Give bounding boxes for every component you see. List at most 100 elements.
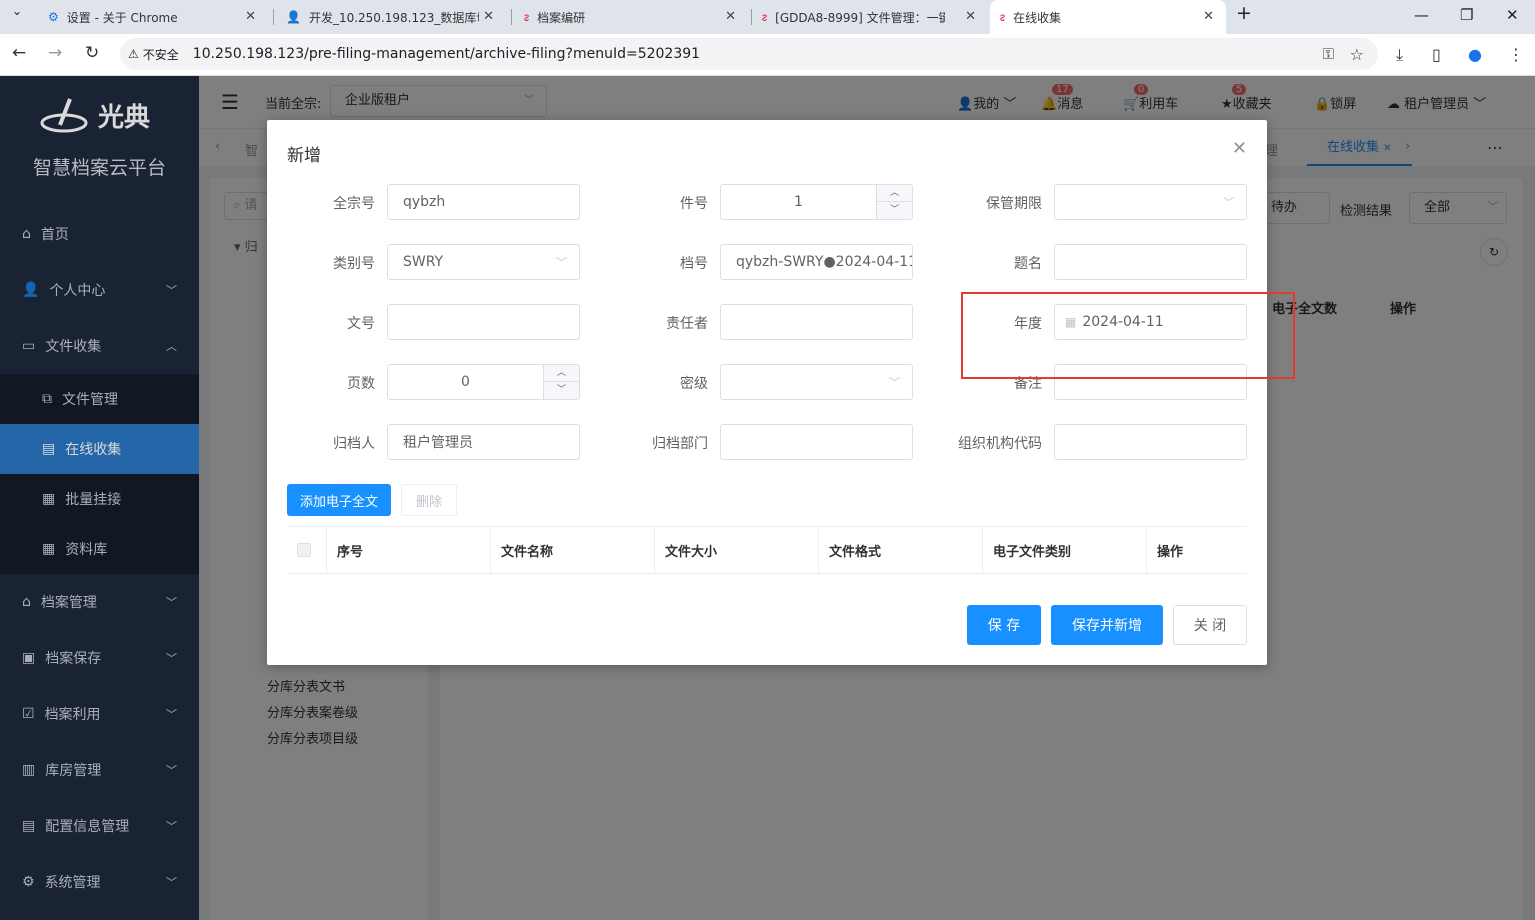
checkbox-icon: ☑ [22, 706, 35, 722]
sidebar-item-config[interactable]: ▤ 配置信息管理 ﹀ [0, 801, 199, 851]
user-icon: 👤 [22, 282, 40, 298]
side-panel-icon[interactable]: ▯ [1432, 45, 1441, 64]
sidebar-item-online-collect[interactable]: ▤ 在线收集 [0, 424, 199, 474]
sidebar-item-home[interactable]: ⌂ 首页 [0, 209, 199, 259]
pages-value: 0 [461, 374, 470, 390]
sidebar-item-file-collect[interactable]: ▭ 文件收集 ︿ [0, 321, 199, 371]
platform-name: 智慧档案云平台 [32, 157, 166, 179]
fonds-no-label: 全宗号 [333, 196, 375, 212]
browser-tab-active[interactable]: ᴤ 在线收集 ✕ [990, 0, 1226, 34]
forward-icon[interactable]: → [48, 43, 62, 63]
stepper-up-icon[interactable]: ︿ [544, 365, 579, 382]
category-no-value: SWRY [403, 254, 444, 270]
filer-label: 归档人 [333, 436, 375, 452]
sidebar-item-system[interactable]: ⚙ 系统管理 ﹀ [0, 857, 199, 907]
save-and-new-button[interactable]: 保存并新增 [1051, 605, 1163, 645]
chevron-down-icon: ﹀ [166, 708, 177, 721]
close-icon[interactable]: ✕ [1232, 138, 1247, 159]
fonds-no-input[interactable]: qybzh [387, 184, 580, 220]
browser-tab[interactable]: ᴤ 档案编研 ✕ [514, 0, 748, 34]
piece-no-stepper[interactable]: 1 ︿ ﹀ [720, 184, 913, 220]
browser-tab-title: 开发_10.250.198.123_数据库切 [308, 10, 479, 25]
chevron-down-icon: ﹀ [166, 764, 177, 777]
dept-input[interactable] [720, 424, 913, 460]
file-manage-icon: ⧉ [42, 391, 52, 407]
key-icon[interactable]: ⚿ [1323, 45, 1334, 63]
org-code-input[interactable] [1054, 424, 1247, 460]
close-icon[interactable]: ✕ [483, 9, 494, 24]
url-text[interactable]: 10.250.198.123/pre-filing-management/arc… [193, 46, 700, 62]
th-op: 操作 [1157, 544, 1184, 560]
responsible-input[interactable] [720, 304, 913, 340]
browser-tab[interactable]: ⚙ 设置 - 关于 Chrome ✕ [38, 0, 268, 34]
chevron-up-icon: ︿ [166, 340, 177, 353]
stepper-up-icon[interactable]: ︿ [877, 185, 912, 202]
select-all-checkbox[interactable] [287, 527, 327, 573]
save-button[interactable]: 保 存 [967, 605, 1041, 645]
menu-icon[interactable]: ⋮ [1508, 45, 1524, 64]
piece-no-value: 1 [794, 194, 803, 210]
star-icon[interactable]: ☆ [1350, 45, 1364, 64]
title-label: 题名 [1014, 256, 1042, 272]
sidebar-item-personal[interactable]: 👤 个人中心 ﹀ [0, 265, 199, 315]
insecure-badge[interactable]: ⚠ 不安全 [128, 46, 179, 63]
warning-icon: ⚠ [128, 47, 139, 61]
browser-tab-title: 设置 - 关于 Chrome [66, 10, 178, 25]
add-dialog: 新增 ✕ 全宗号 qybzh 件号 1 ︿ ﹀ 保管期限 ﹀ 类别号 SWRY ﹀ 档… [267, 120, 1267, 665]
download-icon[interactable]: ⤓ [1396, 45, 1403, 65]
title-input[interactable] [1054, 244, 1247, 280]
sidebar-item-label: 档案利用 [44, 707, 101, 723]
document-icon: ▤ [42, 441, 56, 457]
chevron-down-icon: ﹀ [166, 876, 177, 889]
sidebar-item-batch-attach[interactable]: ▦ 批量挂接 [0, 474, 199, 524]
secrecy-select[interactable]: ﹀ [720, 364, 913, 400]
doc-no-input[interactable] [387, 304, 580, 340]
retention-label: 保管期限 [986, 196, 1042, 212]
sidebar-item-label: 档案保存 [45, 651, 102, 667]
sidebar-item-label: 配置信息管理 [45, 819, 130, 835]
save-icon: ▣ [22, 650, 36, 666]
filer-input[interactable]: 租户管理员 [387, 424, 580, 460]
browser-tab[interactable]: 👤 开发_10.250.198.123_数据库切 ✕ [276, 0, 506, 34]
gear-icon: ⚙ [22, 874, 35, 890]
sidebar-item-archive-manage[interactable]: ⌂ 档案管理 ﹀ [0, 577, 199, 627]
chevron-down-icon: ﹀ [166, 284, 177, 297]
tab-search-icon[interactable]: ⌄ [12, 4, 22, 18]
restore-icon[interactable]: ❐ [1460, 6, 1473, 24]
close-icon[interactable]: ✕ [965, 9, 976, 24]
profile-icon[interactable]: ● [1468, 45, 1482, 64]
sidebar-item-archive-use[interactable]: ☑ 档案利用 ﹀ [0, 689, 199, 739]
logo-icon [40, 95, 92, 135]
browser-tab[interactable]: ᴤ [GDDA8-8999] 文件管理：一键 ✕ [752, 0, 988, 34]
stepper-down-icon[interactable]: ﹀ [544, 382, 579, 399]
category-no-select[interactable]: SWRY ﹀ [387, 244, 580, 280]
close-icon[interactable]: ✕ [245, 9, 256, 24]
delete-button[interactable]: 删除 [401, 484, 457, 516]
reload-icon[interactable]: ↻ [85, 43, 99, 63]
pages-stepper[interactable]: 0 ︿ ﹀ [387, 364, 580, 400]
retention-select[interactable]: ﹀ [1054, 184, 1247, 220]
minimize-icon[interactable]: — [1414, 6, 1429, 24]
sidebar-item-file-manage[interactable]: ⧉ 文件管理 [0, 374, 199, 424]
close-icon[interactable]: ✕ [725, 9, 736, 24]
sidebar-item-warehouse[interactable]: ▥ 库房管理 ﹀ [0, 745, 199, 795]
sidebar-item-label: 文件管理 [62, 392, 118, 408]
browser-tab-strip: ⌄ ⚙ 设置 - 关于 Chrome ✕ 👤 开发_10.250.198.123… [0, 0, 1535, 34]
close-button[interactable]: 关 闭 [1173, 605, 1247, 645]
sidebar-item-library[interactable]: ▦ 资料库 [0, 524, 199, 574]
archive-no-input[interactable]: qybzh-SWRY●2024-04-11 [720, 244, 913, 280]
close-icon[interactable]: ✕ [1203, 9, 1214, 24]
highlight-box [961, 292, 1295, 379]
th-filename: 文件名称 [491, 527, 655, 573]
add-fulltext-button[interactable]: 添加电子全文 [287, 484, 391, 516]
omnibox[interactable]: ⚠ 不安全 10.250.198.123/pre-filing-manageme… [120, 38, 1378, 70]
chrome-settings-icon: ⚙ [48, 10, 59, 24]
sidebar-item-archive-save[interactable]: ▣ 档案保存 ﹀ [0, 633, 199, 683]
building-icon: ▥ [22, 762, 36, 778]
app-logo-icon: ᴤ [524, 10, 530, 24]
folder-icon: ▭ [22, 338, 36, 354]
back-icon[interactable]: ← [12, 43, 26, 63]
stepper-down-icon[interactable]: ﹀ [877, 202, 912, 219]
window-close-icon[interactable]: ✕ [1506, 6, 1519, 24]
new-tab-icon[interactable]: + [1236, 2, 1252, 24]
